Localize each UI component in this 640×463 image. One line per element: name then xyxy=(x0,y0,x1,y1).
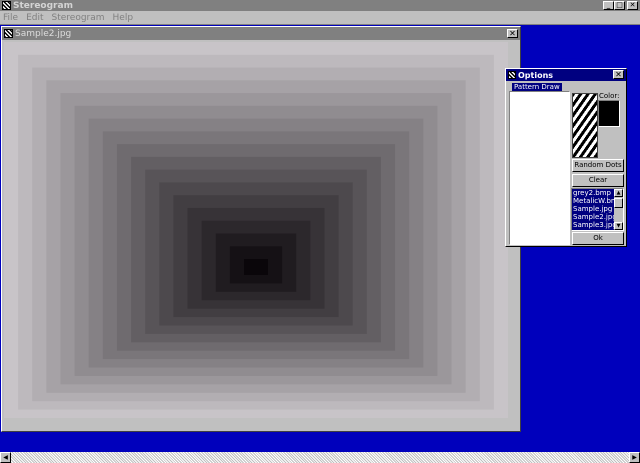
options-title: Options xyxy=(518,70,554,80)
mdi-client-area: Sample2.jpg ✕ Options ✕ Pattern Draw Col… xyxy=(0,24,640,452)
scroll-right-icon[interactable]: ▶ xyxy=(629,452,640,463)
file-list-scrollbar[interactable]: ▲ ▼ xyxy=(614,189,623,230)
menu-edit[interactable]: Edit xyxy=(26,13,43,23)
app-title: Stereogram xyxy=(13,0,73,11)
options-close-button[interactable]: ✕ xyxy=(613,70,624,79)
scroll-thumb[interactable] xyxy=(614,198,623,208)
minimize-button[interactable]: _ xyxy=(603,1,614,10)
options-dialog: Options ✕ Pattern Draw Color: Random Dot… xyxy=(505,68,627,247)
color-label: Color: xyxy=(599,92,620,100)
stereogram-app-icon[interactable] xyxy=(2,1,11,10)
ok-button[interactable]: Ok xyxy=(572,232,624,245)
image-window: Sample2.jpg ✕ xyxy=(1,26,521,432)
list-item[interactable]: Sample2.jpg xyxy=(572,213,615,221)
list-item[interactable]: Sample3.jpg xyxy=(572,221,615,229)
random-dots-button[interactable]: Random Dots xyxy=(572,159,624,172)
image-canvas[interactable] xyxy=(4,42,508,418)
list-item[interactable]: MetalicW.bmp xyxy=(572,197,615,205)
scroll-track[interactable] xyxy=(11,452,629,463)
clear-button[interactable]: Clear xyxy=(572,174,624,187)
maximize-button[interactable]: □ xyxy=(614,1,625,10)
pattern-draw-area[interactable] xyxy=(509,91,570,245)
scroll-left-icon[interactable]: ◀ xyxy=(0,452,11,463)
list-item[interactable]: Sample.jpg xyxy=(572,205,615,213)
depth-map-image xyxy=(4,42,508,418)
menu-file[interactable]: File xyxy=(3,13,18,23)
pattern-preview xyxy=(572,93,598,158)
pattern-file-list[interactable]: grey2.bmp MetalicW.bmp Sample.jpg Sample… xyxy=(571,188,624,231)
image-window-title: Sample2.jpg xyxy=(15,28,72,39)
menu-bar: File Edit Stereogram Help xyxy=(0,11,640,24)
menu-help[interactable]: Help xyxy=(113,13,134,23)
close-button[interactable]: ✕ xyxy=(627,1,638,10)
window-controls: _ □ ✕ xyxy=(603,1,638,10)
list-item[interactable]: grey2.bmp xyxy=(572,189,615,197)
scroll-down-icon[interactable]: ▼ xyxy=(614,222,623,230)
options-titlebar[interactable]: Options ✕ xyxy=(506,69,626,81)
image-window-close-button[interactable]: ✕ xyxy=(507,29,518,38)
document-icon[interactable] xyxy=(4,29,13,38)
app-titlebar: Stereogram _ □ ✕ xyxy=(0,0,640,11)
color-swatch[interactable] xyxy=(598,100,620,127)
image-window-titlebar[interactable]: Sample2.jpg ✕ xyxy=(2,27,520,40)
pattern-draw-label: Pattern Draw xyxy=(512,83,562,91)
scroll-up-icon[interactable]: ▲ xyxy=(614,189,623,197)
options-icon xyxy=(508,71,516,79)
depth-layer xyxy=(244,259,268,275)
horizontal-scrollbar[interactable]: ◀ ▶ xyxy=(0,452,640,463)
menu-stereogram[interactable]: Stereogram xyxy=(52,13,105,23)
